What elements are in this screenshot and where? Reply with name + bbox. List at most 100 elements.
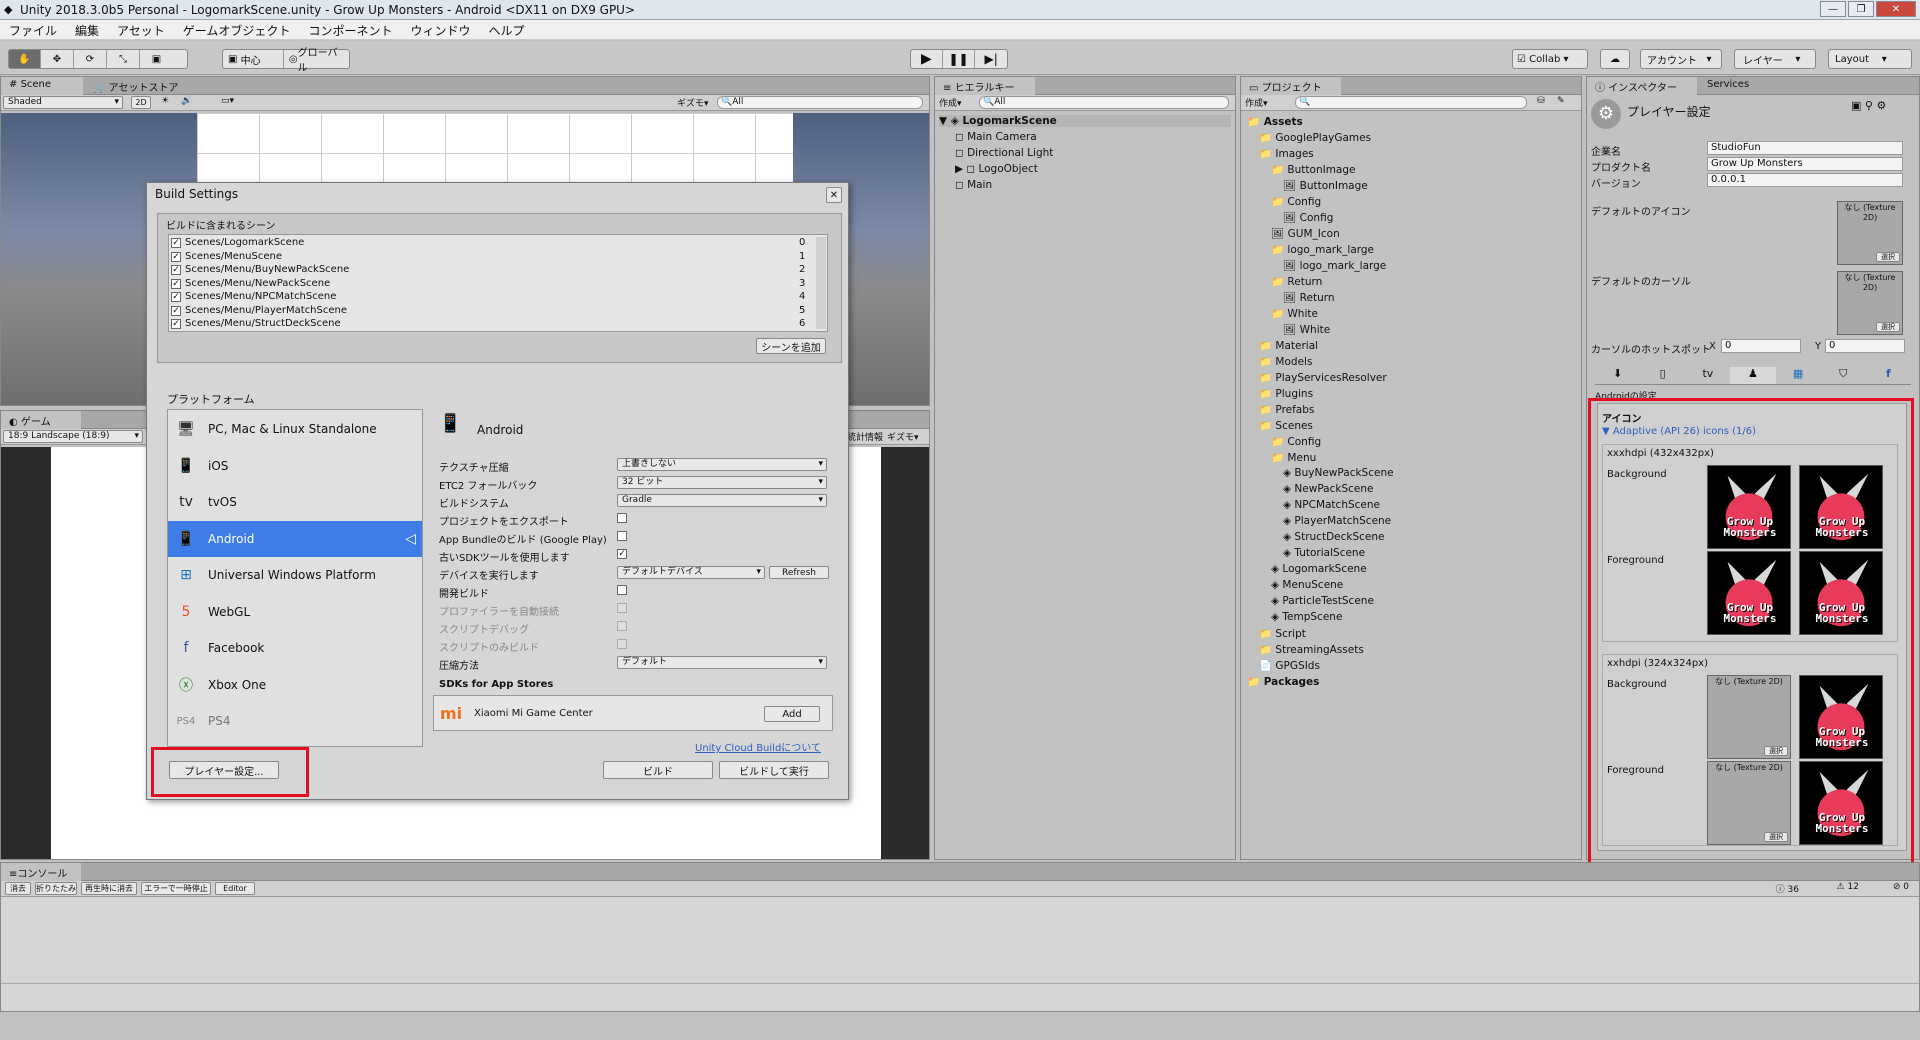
default-icon-slot[interactable]: なし (Texture 2D) 選択 [1837, 201, 1903, 265]
scene-row[interactable]: ✓ Scenes/Menu/BuyNewPackScene 2 [171, 264, 811, 275]
project-item[interactable]: ◈ TutorialScene [1283, 547, 1365, 559]
audio-icon[interactable]: 🔊 [181, 96, 192, 106]
platform-item[interactable]: PS4 PS4 [168, 703, 422, 739]
menu-item-6[interactable]: ヘルプ [479, 20, 533, 41]
close-button[interactable]: ✕ [1876, 1, 1916, 17]
hierarchy-item[interactable]: ◻ Directional Light [955, 147, 1053, 159]
menu-item-0[interactable]: ファイル [0, 20, 66, 41]
tab-asset-store[interactable]: 🛒 アセットストア [85, 77, 186, 95]
platform-item[interactable]: ⓧ Xbox One [168, 667, 422, 703]
setting-checkbox[interactable] [617, 621, 627, 631]
build-dialog-close-button[interactable]: ✕ [826, 187, 842, 203]
build-and-run-button[interactable]: ビルドして実行 [719, 761, 829, 779]
inspector-help-icon[interactable]: ▣ ⚲ ⚙ [1851, 99, 1886, 112]
project-item[interactable]: 🖼 White [1283, 323, 1330, 336]
pivot-toggle[interactable]: ▣ 中心 [223, 50, 284, 68]
platform-item[interactable]: 🖥 PC, Mac & Linux Standalone [168, 411, 422, 447]
account-dropdown[interactable]: アカウント ▾ [1640, 49, 1722, 69]
project-item[interactable]: 📁 Menu [1271, 451, 1316, 464]
hierarchy-item[interactable]: ▶ ◻ LogoObject [955, 163, 1038, 175]
project-item[interactable]: 📁 PlayServicesResolver [1259, 371, 1387, 384]
tab-game[interactable]: ◐ ゲーム [1, 411, 81, 429]
hotspot-y-field[interactable]: 0 [1825, 339, 1905, 353]
project-item[interactable]: 📁 GooglePlayGames [1259, 131, 1371, 144]
html5-tab-icon[interactable]: ⛉ [1821, 367, 1866, 384]
menu-item-5[interactable]: ウィンドウ [401, 20, 479, 41]
layout-dropdown[interactable]: Layout ▾ [1828, 49, 1912, 69]
platform-item[interactable]: f Facebook [168, 630, 422, 666]
setting-checkbox[interactable] [617, 603, 627, 613]
console-button-3[interactable]: エラーで一時停止 [141, 882, 211, 895]
default-cursor-select-button[interactable]: 選択 [1876, 322, 1900, 332]
hotspot-x-field[interactable]: 0 [1721, 339, 1801, 353]
project-item[interactable]: 🖼 GUM_Icon [1271, 227, 1340, 240]
project-item[interactable]: 📁 logo_mark_large [1271, 243, 1374, 256]
hierarchy-search-input[interactable]: 🔍All [979, 96, 1229, 109]
project-item[interactable]: ◈ TempScene [1271, 611, 1342, 623]
project-item[interactable]: 📁 Prefabs [1259, 403, 1314, 416]
tvos-tab-icon[interactable]: tv [1685, 367, 1730, 384]
refresh-button[interactable]: Refresh [769, 566, 829, 579]
game-gizmos-dropdown[interactable]: ギズモ▾ [887, 430, 919, 443]
hierarchy-item[interactable]: ◻ Main [955, 179, 992, 191]
scene-checkbox[interactable]: ✓ [171, 251, 181, 262]
2d-toggle[interactable]: 2D [131, 96, 151, 109]
scene-checkbox[interactable]: ✓ [171, 238, 181, 248]
project-item[interactable]: 📁 Scenes [1259, 419, 1313, 432]
setting-checkbox[interactable] [617, 639, 627, 649]
console-button-4[interactable]: Editor [215, 882, 255, 895]
move-tool-icon[interactable]: ✥ [41, 50, 74, 68]
setting-checkbox[interactable] [617, 531, 627, 541]
project-item[interactable]: 📁 Config [1271, 435, 1321, 448]
layers-dropdown[interactable]: レイヤー ▾ [1734, 49, 1816, 69]
maximize-button[interactable]: ❐ [1848, 1, 1874, 17]
scene-checkbox[interactable]: ✓ [171, 319, 181, 329]
project-item[interactable]: 🖼 logo_mark_large [1283, 259, 1386, 272]
cloud-build-link[interactable]: Unity Cloud Buildについて [695, 739, 821, 754]
tab-inspector[interactable]: ⓘ インスペクター [1587, 77, 1697, 95]
platform-item[interactable]: ⊞ Universal Windows Platform [168, 557, 422, 593]
console-button-0[interactable]: 消去 [5, 882, 31, 895]
platform-item[interactable]: 5 WebGL [168, 594, 422, 630]
setting-dropdown[interactable]: デフォルトデバイス [617, 566, 765, 579]
project-item[interactable]: 📁 Models [1259, 355, 1312, 368]
project-item[interactable]: 📁 Images [1259, 147, 1314, 160]
project-item[interactable]: ◈ MenuScene [1271, 579, 1343, 591]
warning-count[interactable]: ⚠ 12 [1837, 882, 1859, 892]
project-item[interactable]: 🖼 Return [1283, 291, 1335, 304]
info-count[interactable]: ⓘ 36 [1776, 882, 1799, 895]
play-icon[interactable]: ▶ [911, 50, 943, 68]
scene-list-scrollbar[interactable] [816, 237, 826, 329]
platform-item[interactable]: 📱 Android ◁ [168, 520, 422, 557]
rect-tool-icon[interactable]: ▣ [140, 50, 173, 68]
tab-project[interactable]: ▭ プロジェクト [1241, 77, 1341, 95]
project-item[interactable]: ◈ NewPackScene [1283, 483, 1374, 495]
project-item[interactable]: 📄 GPGSIds [1259, 659, 1320, 672]
scene-row[interactable]: ✓ Scenes/MenuScene 1 [171, 251, 811, 262]
project-item[interactable]: 📁 Config [1271, 195, 1321, 208]
project-item[interactable]: 📁 White [1271, 307, 1318, 320]
platform-item[interactable]: 📱 iOS [168, 448, 422, 484]
scene-row[interactable]: ✓ Scenes/LogomarkScene 0 [171, 237, 811, 248]
setting-dropdown[interactable]: Gradle [617, 494, 827, 507]
default-cursor-slot[interactable]: なし (Texture 2D) 選択 [1837, 271, 1903, 335]
menu-item-1[interactable]: 編集 [66, 20, 108, 41]
project-item[interactable]: 📁 StreamingAssets [1259, 643, 1364, 656]
menu-item-4[interactable]: コンポーネント [299, 20, 401, 41]
filter-label-icon[interactable]: ✎ [1557, 96, 1565, 106]
gizmos-dropdown[interactable]: ギズモ▾ [677, 96, 709, 109]
project-create-dropdown[interactable]: 作成▾ [1245, 96, 1268, 109]
add-scene-button[interactable]: シーンを追加 [756, 338, 826, 354]
xiaomi-add-button[interactable]: Add [764, 706, 820, 722]
tab-hierarchy[interactable]: ≡ ヒエラルキー [935, 77, 1035, 95]
setting-checkbox[interactable]: ✓ [617, 549, 627, 559]
console-button-1[interactable]: 折りたたみ [35, 882, 77, 895]
scene-row[interactable]: ✓ Scenes/Menu/PlayerMatchScene 5 [171, 305, 811, 316]
project-item[interactable]: ◈ BuyNewPackScene [1283, 467, 1394, 479]
tab-scene[interactable]: # Scene [1, 77, 83, 95]
project-item[interactable]: 📁 ButtonImage [1271, 163, 1355, 176]
project-item[interactable]: 🖼 Config [1283, 211, 1333, 224]
space-toggle[interactable]: ◎ グローバル [284, 48, 349, 74]
setting-dropdown[interactable]: 上書きしない [617, 458, 827, 471]
project-item[interactable]: ◈ ParticleTestScene [1271, 595, 1374, 607]
